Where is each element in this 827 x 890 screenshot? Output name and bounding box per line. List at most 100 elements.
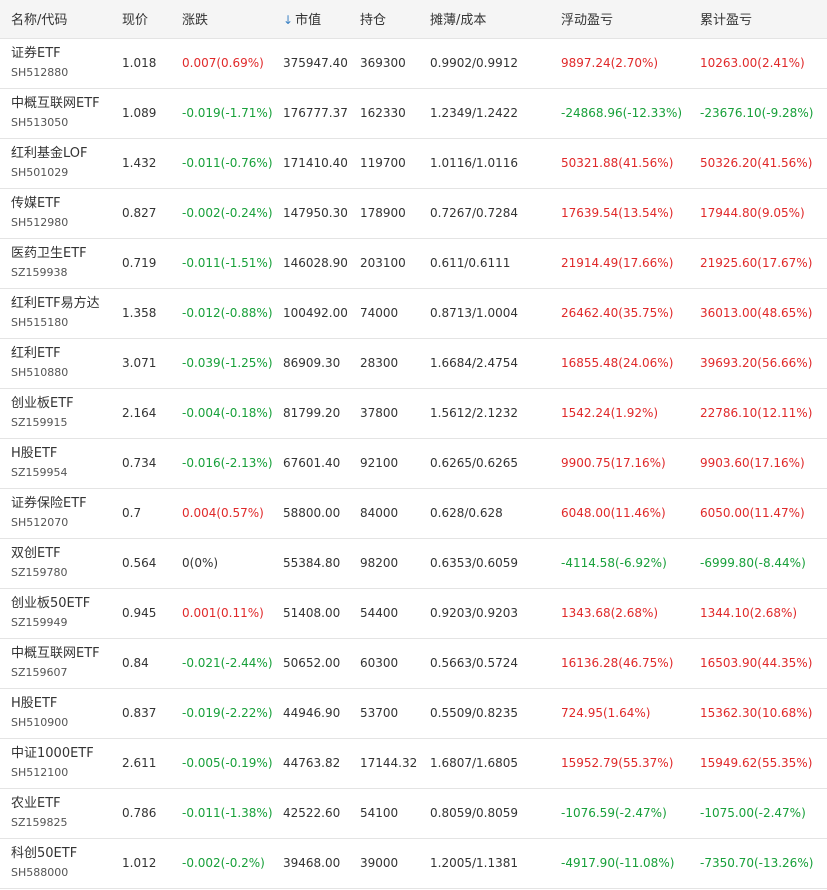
change-cell: -0.002(-0.24%) bbox=[182, 188, 283, 239]
col-header-price[interactable]: 现价 bbox=[122, 0, 182, 39]
total-pl-cell: 10263.00(2.41%) bbox=[700, 38, 827, 89]
name-code-cell: 证券保险ETF SH512070 bbox=[0, 488, 122, 539]
col-header-change[interactable]: 涨跌 bbox=[182, 0, 283, 39]
cost-cell: 0.8059/0.8059 bbox=[430, 788, 561, 839]
market-value-cell: 55384.80 bbox=[283, 538, 360, 589]
table-row[interactable]: 创业板50ETF SZ159949 0.945 0.001(0.11%) 514… bbox=[0, 588, 827, 639]
table-row[interactable]: 中证1000ETF SH512100 2.611 -0.005(-0.19%) … bbox=[0, 738, 827, 789]
name-code-cell: 创业板ETF SZ159915 bbox=[0, 388, 122, 439]
fund-name[interactable]: 红利ETF bbox=[11, 345, 122, 363]
fund-code: SZ159825 bbox=[11, 816, 68, 829]
cost-cell: 1.2005/1.1381 bbox=[430, 838, 561, 889]
fund-name[interactable]: 传媒ETF bbox=[11, 195, 122, 213]
table-row[interactable]: 中概互联网ETF SH513050 1.089 -0.019(-1.71%) 1… bbox=[0, 88, 827, 139]
fund-name[interactable]: 证券保险ETF bbox=[11, 495, 122, 513]
market-value-cell: 86909.30 bbox=[283, 338, 360, 389]
fund-name[interactable]: 中概互联网ETF bbox=[11, 95, 122, 113]
col-header-name[interactable]: 名称/代码 bbox=[0, 0, 122, 39]
table-row[interactable]: 红利基金LOF SH501029 1.432 -0.011(-0.76%) 17… bbox=[0, 138, 827, 189]
table-row[interactable]: 中概互联网ETF SZ159607 0.84 -0.021(-2.44%) 50… bbox=[0, 638, 827, 689]
market-value-cell: 176777.37 bbox=[283, 88, 360, 139]
col-header-position[interactable]: 持仓 bbox=[360, 0, 430, 39]
float-pl-cell: 724.95(1.64%) bbox=[561, 688, 700, 739]
change-cell: -0.005(-0.19%) bbox=[182, 738, 283, 789]
name-code-cell: 科创50ETF SH588000 bbox=[0, 838, 122, 889]
fund-name[interactable]: 创业板ETF bbox=[11, 395, 122, 413]
fund-name[interactable]: 红利基金LOF bbox=[11, 145, 122, 163]
price-cell: 0.827 bbox=[122, 188, 182, 239]
col-header-total-pl[interactable]: 累计盈亏 bbox=[700, 0, 827, 39]
change-cell: -0.002(-0.2%) bbox=[182, 838, 283, 889]
price-cell: 1.018 bbox=[122, 38, 182, 89]
fund-name[interactable]: H股ETF bbox=[11, 445, 122, 463]
table-row[interactable]: 证券保险ETF SH512070 0.7 0.004(0.57%) 58800.… bbox=[0, 488, 827, 539]
table-row[interactable]: 创业板ETF SZ159915 2.164 -0.004(-0.18%) 817… bbox=[0, 388, 827, 439]
name-code-cell: 中证1000ETF SH512100 bbox=[0, 738, 122, 789]
table-row[interactable]: 传媒ETF SH512980 0.827 -0.002(-0.24%) 1479… bbox=[0, 188, 827, 239]
table-row[interactable]: 红利ETF SH510880 3.071 -0.039(-1.25%) 8690… bbox=[0, 338, 827, 389]
total-pl-cell: -7350.70(-13.26%) bbox=[700, 838, 827, 889]
position-cell: 60300 bbox=[360, 638, 430, 689]
market-value-cell: 51408.00 bbox=[283, 588, 360, 639]
fund-code: SH510880 bbox=[11, 366, 69, 379]
float-pl-cell: 9897.24(2.70%) bbox=[561, 38, 700, 89]
cost-cell: 1.2349/1.2422 bbox=[430, 88, 561, 139]
table-row[interactable]: H股ETF SZ159954 0.734 -0.016(-2.13%) 6760… bbox=[0, 438, 827, 489]
position-cell: 84000 bbox=[360, 488, 430, 539]
table-row[interactable]: 红利ETF易方达 SH515180 1.358 -0.012(-0.88%) 1… bbox=[0, 288, 827, 339]
change-cell: -0.011(-1.51%) bbox=[182, 238, 283, 289]
change-cell: -0.019(-2.22%) bbox=[182, 688, 283, 739]
fund-name[interactable]: H股ETF bbox=[11, 695, 122, 713]
position-cell: 54100 bbox=[360, 788, 430, 839]
table-row[interactable]: 双创ETF SZ159780 0.564 0(0%) 55384.80 9820… bbox=[0, 538, 827, 589]
sort-down-arrow-icon: ↓ bbox=[283, 13, 294, 28]
col-header-cost[interactable]: 摊薄/成本 bbox=[430, 0, 561, 39]
position-cell: 178900 bbox=[360, 188, 430, 239]
fund-name[interactable]: 农业ETF bbox=[11, 795, 122, 813]
total-pl-cell: 16503.90(44.35%) bbox=[700, 638, 827, 689]
fund-code: SH512070 bbox=[11, 516, 69, 529]
holdings-table: 名称/代码 现价 涨跌 ↓ 市值 持仓 摊薄/成本 浮动盈亏 累计盈亏 证券ETF… bbox=[0, 0, 827, 889]
market-value-cell: 100492.00 bbox=[283, 288, 360, 339]
float-pl-cell: 6048.00(11.46%) bbox=[561, 488, 700, 539]
fund-code: SZ159949 bbox=[11, 616, 68, 629]
total-pl-cell: 36013.00(48.65%) bbox=[700, 288, 827, 339]
fund-name[interactable]: 红利ETF易方达 bbox=[11, 295, 122, 313]
fund-name[interactable]: 中证1000ETF bbox=[11, 745, 122, 763]
price-cell: 1.012 bbox=[122, 838, 182, 889]
col-header-market-value[interactable]: ↓ 市值 bbox=[283, 0, 360, 39]
fund-name[interactable]: 医药卫生ETF bbox=[11, 245, 122, 263]
float-pl-cell: 17639.54(13.54%) bbox=[561, 188, 700, 239]
fund-name[interactable]: 科创50ETF bbox=[11, 845, 122, 863]
price-cell: 2.611 bbox=[122, 738, 182, 789]
table-row[interactable]: 科创50ETF SH588000 1.012 -0.002(-0.2%) 394… bbox=[0, 838, 827, 889]
col-header-float-pl[interactable]: 浮动盈亏 bbox=[561, 0, 700, 39]
total-pl-cell: 21925.60(17.67%) bbox=[700, 238, 827, 289]
total-pl-cell: 50326.20(41.56%) bbox=[700, 138, 827, 189]
market-value-cell: 50652.00 bbox=[283, 638, 360, 689]
total-pl-cell: -6999.80(-8.44%) bbox=[700, 538, 827, 589]
table-row[interactable]: 医药卫生ETF SZ159938 0.719 -0.011(-1.51%) 14… bbox=[0, 238, 827, 289]
col-header-total-pl-label: 累计盈亏 bbox=[700, 13, 753, 29]
table-row[interactable]: 农业ETF SZ159825 0.786 -0.011(-1.38%) 4252… bbox=[0, 788, 827, 839]
fund-code: SZ159607 bbox=[11, 666, 68, 679]
fund-name[interactable]: 双创ETF bbox=[11, 545, 122, 563]
fund-name[interactable]: 创业板50ETF bbox=[11, 595, 122, 613]
fund-name[interactable]: 证券ETF bbox=[11, 45, 122, 63]
position-cell: 54400 bbox=[360, 588, 430, 639]
table-header-row: 名称/代码 现价 涨跌 ↓ 市值 持仓 摊薄/成本 浮动盈亏 累计盈亏 bbox=[0, 0, 827, 39]
change-cell: 0(0%) bbox=[182, 538, 283, 589]
col-header-position-label: 持仓 bbox=[360, 13, 387, 29]
table-row[interactable]: H股ETF SH510900 0.837 -0.019(-2.22%) 4494… bbox=[0, 688, 827, 739]
price-cell: 0.945 bbox=[122, 588, 182, 639]
fund-name[interactable]: 中概互联网ETF bbox=[11, 645, 122, 663]
change-cell: -0.004(-0.18%) bbox=[182, 388, 283, 439]
total-pl-cell: 6050.00(11.47%) bbox=[700, 488, 827, 539]
fund-code: SH515180 bbox=[11, 316, 69, 329]
fund-code: SH510900 bbox=[11, 716, 69, 729]
total-pl-cell: 15949.62(55.35%) bbox=[700, 738, 827, 789]
change-cell: -0.019(-1.71%) bbox=[182, 88, 283, 139]
table-row[interactable]: 证券ETF SH512880 1.018 0.007(0.69%) 375947… bbox=[0, 38, 827, 89]
fund-code: SH512100 bbox=[11, 766, 69, 779]
price-cell: 0.84 bbox=[122, 638, 182, 689]
